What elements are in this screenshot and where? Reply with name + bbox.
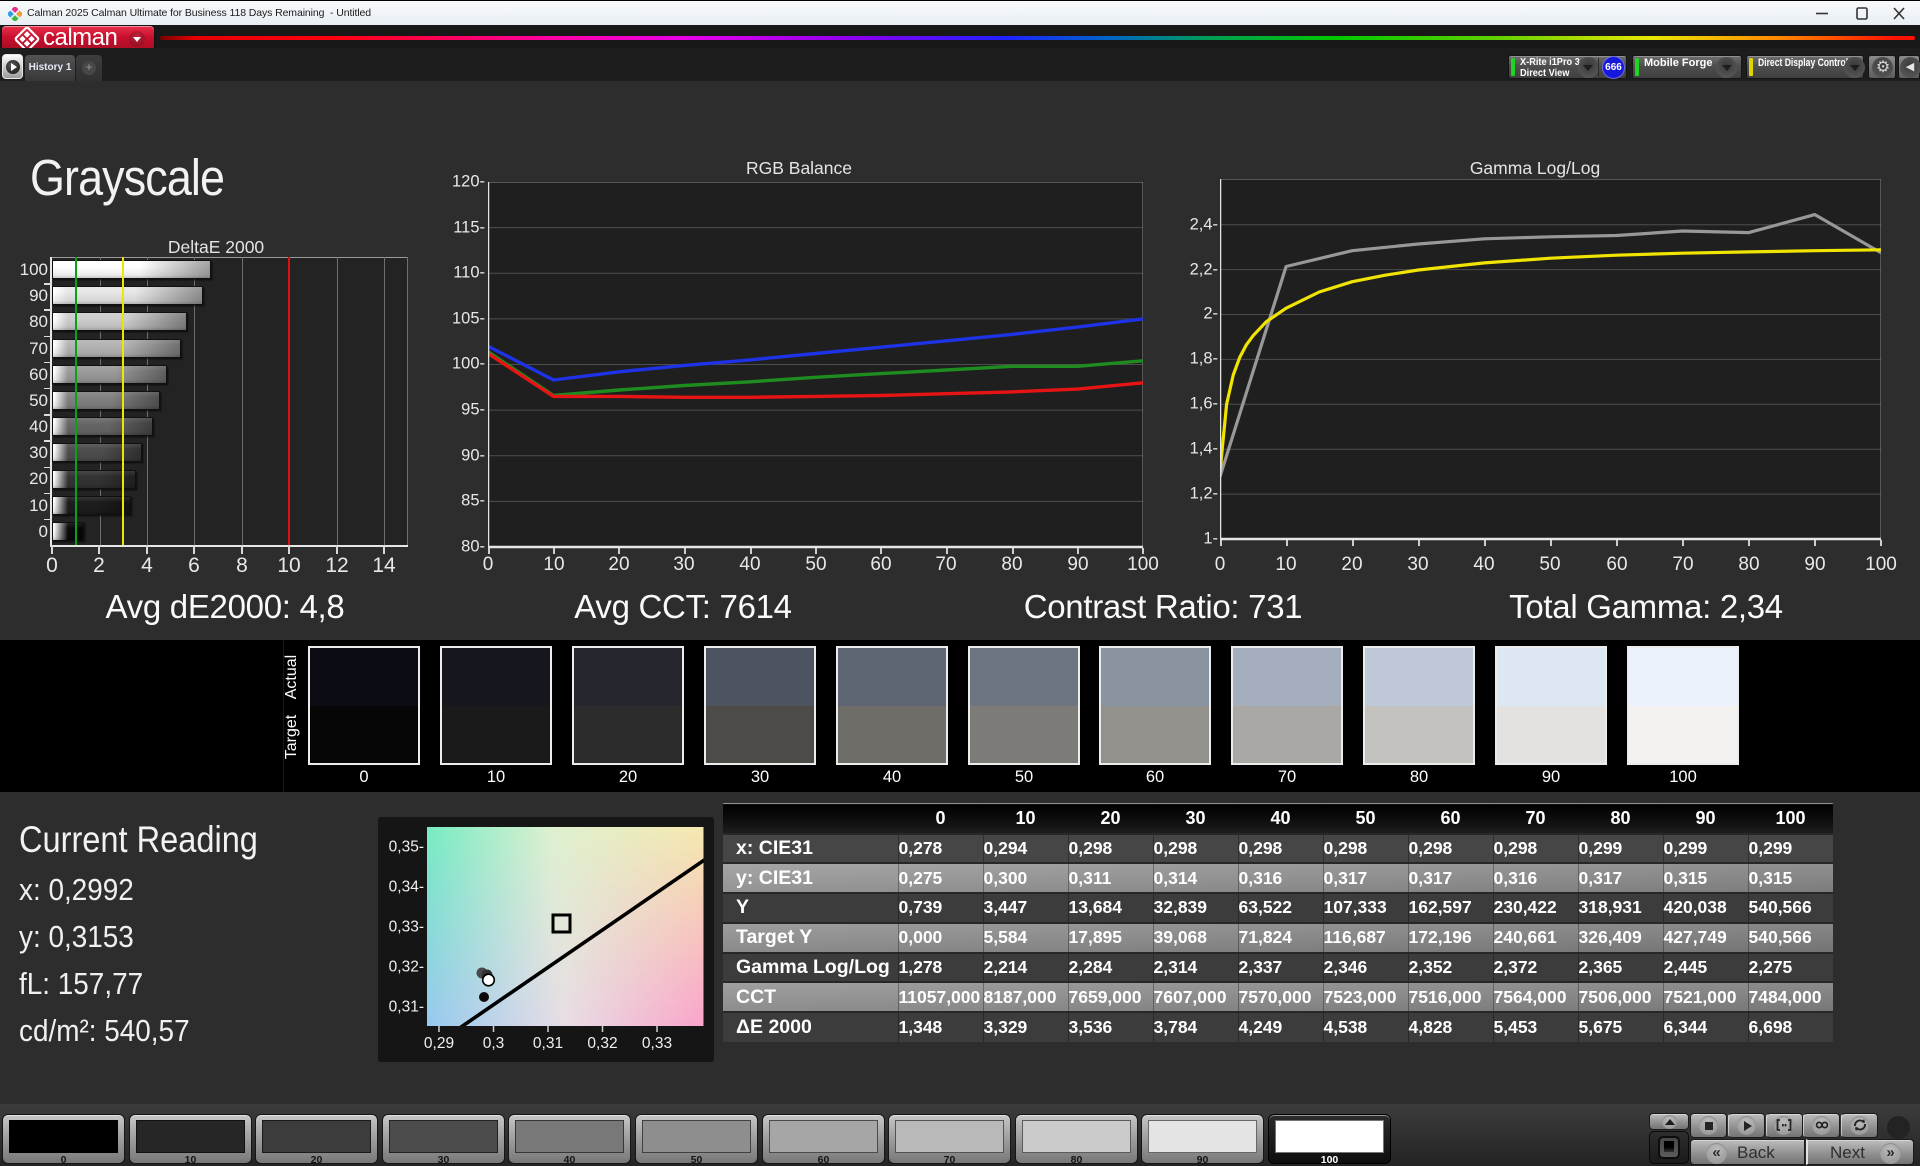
svg-text:0,3: 0,3 bbox=[483, 1035, 505, 1052]
svg-text:0,29: 0,29 bbox=[424, 1035, 454, 1052]
svg-text:0,34-: 0,34- bbox=[389, 879, 424, 896]
svg-text:0,33: 0,33 bbox=[642, 1035, 672, 1052]
svg-text:0,35-: 0,35- bbox=[389, 839, 424, 856]
svg-text:0,32-: 0,32- bbox=[389, 959, 424, 976]
svg-text:0,32: 0,32 bbox=[587, 1035, 617, 1052]
svg-text:0,33-: 0,33- bbox=[389, 919, 424, 936]
svg-text:0,31-: 0,31- bbox=[389, 998, 424, 1015]
svg-text:0,31: 0,31 bbox=[533, 1035, 563, 1052]
